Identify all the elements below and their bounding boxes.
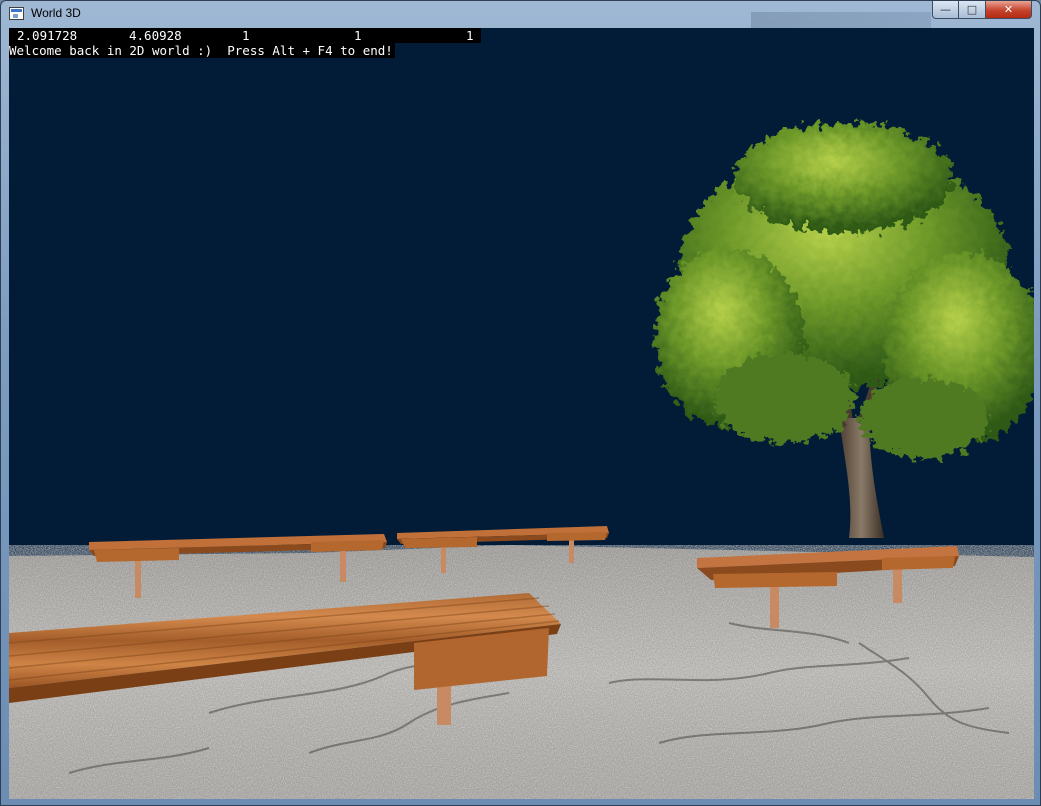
hud-value-4: 1 bbox=[354, 28, 362, 43]
app-window-icon[interactable] bbox=[9, 7, 24, 20]
bench-right bbox=[697, 546, 959, 628]
hud-value-5: 1 bbox=[466, 28, 474, 43]
background-window-ghost bbox=[101, 3, 751, 17]
hud-value-3: 1 bbox=[242, 28, 250, 43]
background-window-ghost-title bbox=[751, 12, 931, 28]
minimize-button[interactable]: — bbox=[932, 1, 959, 19]
maximize-icon: □ bbox=[966, 3, 978, 16]
app-window: World 3D — □ ✕ 2.091728 4.60928 1 1 1 We… bbox=[0, 0, 1041, 806]
hud-stats-row: 2.091728 4.60928 1 1 1 bbox=[9, 28, 481, 43]
hud-message: Welcome back in 2D world :) Press Alt + … bbox=[9, 43, 395, 58]
window-title: World 3D bbox=[31, 6, 81, 20]
minimize-icon: — bbox=[940, 3, 951, 16]
hud-overlay: 2.091728 4.60928 1 1 1 Welcome back in 2… bbox=[9, 28, 481, 58]
caption-buttons: — □ ✕ bbox=[932, 1, 1032, 20]
close-button[interactable]: ✕ bbox=[986, 1, 1032, 19]
close-icon: ✕ bbox=[1003, 3, 1014, 16]
tree bbox=[654, 123, 1034, 538]
hud-value-2: 4.60928 bbox=[129, 28, 182, 43]
render-viewport[interactable]: 2.091728 4.60928 1 1 1 Welcome back in 2… bbox=[9, 28, 1034, 799]
bench-back-middle bbox=[397, 526, 609, 573]
hud-value-1: 2.091728 bbox=[17, 28, 78, 43]
title-bar[interactable]: World 3D — □ ✕ bbox=[1, 1, 1040, 28]
maximize-button[interactable]: □ bbox=[959, 1, 986, 19]
bench-front bbox=[9, 593, 561, 725]
